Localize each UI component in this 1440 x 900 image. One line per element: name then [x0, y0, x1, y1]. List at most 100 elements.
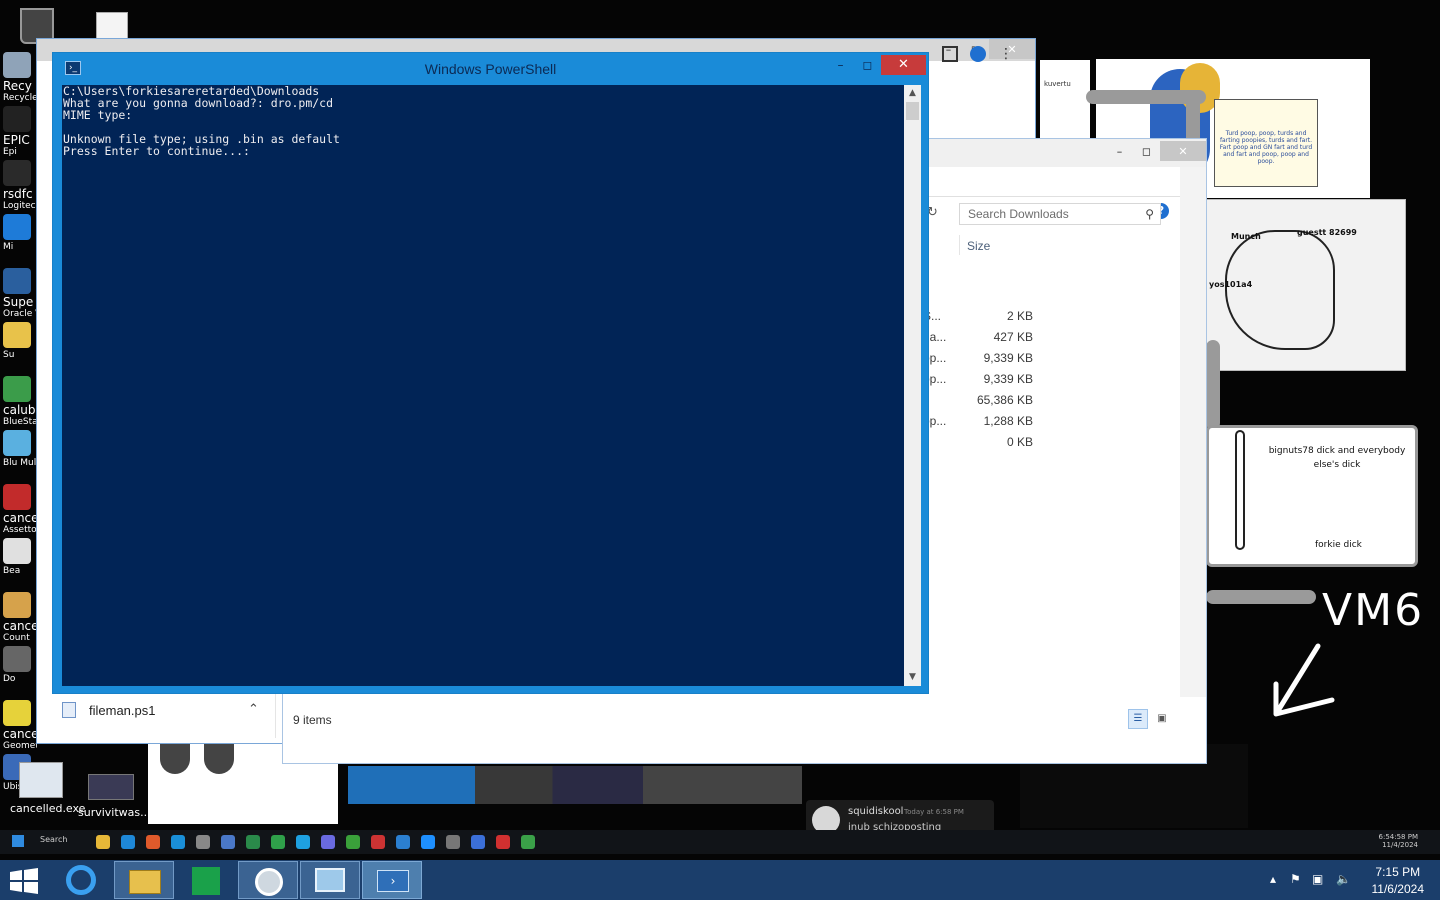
more-icon[interactable]: ⋮	[998, 46, 1014, 62]
close-button[interactable]: ✕	[881, 55, 926, 75]
desktop-icon-sublabel: Logitech HUB	[3, 201, 37, 211]
taskbar-powershell[interactable]: ›	[362, 861, 422, 899]
minimize-button[interactable]: –	[827, 55, 854, 75]
drawn-arrow	[1273, 643, 1335, 717]
show-hidden-icons-icon[interactable]: ▴	[1270, 872, 1276, 886]
scroll-down-icon[interactable]: ▼	[904, 669, 921, 686]
doc-annotation: forkie dick	[1315, 540, 1362, 550]
desktop-file-cancelled[interactable]: cancelled.exe	[10, 762, 85, 815]
powershell-titlebar[interactable]: ›_ Windows PowerShell – ◻ ✕	[53, 53, 928, 85]
volume-icon[interactable]: 🔈	[1336, 872, 1351, 886]
details-view-icon[interactable]: ☰	[1128, 709, 1148, 729]
table-row[interactable]: 0 KB	[923, 435, 1033, 456]
store-icon	[192, 867, 220, 895]
background-sketch: Munch guestt 82699 yos101a4	[1204, 199, 1406, 371]
desktop-icon[interactable]: Mi	[3, 214, 37, 252]
taskbar-file-explorer[interactable]	[114, 861, 174, 899]
taskbar-internet-explorer[interactable]	[52, 861, 112, 899]
desktop-icon[interactable]: calubBlueStack	[3, 376, 37, 427]
console-line: MIME type:	[63, 108, 133, 122]
taskbar-remote-desktop[interactable]	[300, 861, 360, 899]
remote-taskbar-app-icon	[346, 835, 360, 849]
maximize-button[interactable]: ◻	[1133, 141, 1160, 161]
column-header-size[interactable]: Size	[967, 239, 990, 253]
powershell-window[interactable]: ›_ Windows PowerShell – ◻ ✕ C:\Users\for…	[52, 52, 929, 694]
minimize-button[interactable]: –	[1106, 141, 1133, 161]
table-row[interactable]: 65,386 KB	[923, 393, 1033, 414]
remote-taskbar-app-icon	[496, 835, 510, 849]
network-icon[interactable]: ▣	[1312, 872, 1323, 886]
close-button[interactable]: ✕	[1160, 141, 1206, 161]
desktop-icon[interactable]: rsdfcLogitech HUB	[3, 160, 37, 211]
taskbar-clock[interactable]: 7:15 PM 11/6/2024	[1372, 864, 1425, 898]
desktop-icon[interactable]: canceGeometry Dash	[3, 700, 37, 751]
desktop-icon[interactable]: Bea	[3, 538, 37, 576]
maximize-button[interactable]: ◻	[854, 55, 881, 75]
remote-taskbar-app-icon	[521, 835, 535, 849]
table-row[interactable]: op... 9,339 KB	[923, 351, 1033, 372]
desktop-icon[interactable]: Do	[3, 646, 37, 684]
desktop-icon[interactable]: SupeOracle VM VirtualBo	[3, 268, 37, 319]
desktop-icon-label: Supe	[3, 295, 34, 309]
file-thumbnail	[19, 762, 63, 798]
chevron-up-icon[interactable]: ⌃	[248, 702, 259, 717]
desktop-icon[interactable]: Su	[3, 322, 37, 360]
desktop-icon-label: cance	[3, 619, 37, 633]
column-divider[interactable]	[959, 235, 960, 255]
remote-taskbar-app-icon	[446, 835, 460, 849]
desktop-icon-label: calub	[3, 403, 36, 417]
large-icons-view-icon[interactable]: ▣	[1152, 709, 1172, 729]
desktop-icon[interactable]: canceAssetto Corsa	[3, 484, 37, 535]
remote-time: 6:54:58 PM	[1378, 833, 1418, 841]
desktop-icon[interactable]: Blu Multi-Ins	[3, 430, 37, 468]
remote-search-label: Search	[40, 835, 68, 844]
console-scrollbar[interactable]: ▲ ▼	[904, 85, 921, 686]
app-icon	[3, 214, 31, 240]
remote-taskbar-app-icon	[396, 835, 410, 849]
remote-desktop-icon	[315, 868, 345, 892]
remote-date: 11/4/2024	[1382, 841, 1418, 849]
globe-icon	[255, 868, 283, 896]
flag-icon[interactable]: ⚑	[1290, 872, 1301, 886]
scroll-up-icon[interactable]: ▲	[904, 85, 921, 102]
desktop-icon[interactable]: EPIC Epi	[3, 106, 37, 157]
desktop-file-survivitwas[interactable]: survivitwas...	[78, 774, 151, 819]
background-drawing-doc: bignuts78 dick and everybody else's dick…	[1206, 425, 1418, 567]
app-icon	[3, 646, 31, 672]
split-screen-icon[interactable]	[942, 46, 958, 62]
table-row[interactable]: na... 427 KB	[923, 330, 1033, 351]
desktop-icon-label: EPIC	[3, 133, 30, 147]
desktop-icon-sublabel: Geometry Dash	[3, 741, 37, 751]
desktop-icon-sublabel: Do	[3, 674, 16, 684]
sketch-doodle	[1225, 230, 1335, 350]
remote-taskbar-app-icon	[221, 835, 235, 849]
taskbar-browser[interactable]	[238, 861, 298, 899]
app-icon	[3, 700, 31, 726]
app-icon	[3, 592, 31, 618]
app-icon	[3, 160, 31, 186]
table-row[interactable]: op... 9,339 KB	[923, 372, 1033, 393]
taskbar-store[interactable]	[176, 861, 236, 899]
desktop-icon[interactable]: RecyRecycle B	[3, 52, 37, 103]
file-thumbnail	[88, 774, 134, 800]
file-size-cell: 427 KB	[993, 330, 1033, 344]
table-row[interactable]: op... 1,288 KB	[923, 414, 1033, 435]
desktop-icon[interactable]: cance Count	[3, 592, 37, 643]
drawn-stroke	[1206, 340, 1220, 430]
file-size-cell: 65,386 KB	[976, 393, 1033, 407]
table-row[interactable]: S... 2 KB	[923, 309, 1033, 330]
internet-explorer-icon	[66, 865, 96, 895]
search-placeholder: Search Downloads	[968, 207, 1069, 221]
profile-icon[interactable]	[970, 46, 986, 62]
remote-taskbar-app-icon	[96, 835, 110, 849]
explorer-scrollbar[interactable]	[1180, 167, 1206, 697]
search-input[interactable]: Search Downloads ⚲	[959, 203, 1161, 225]
download-item[interactable]: fileman.ps1 ⌃	[52, 694, 276, 738]
background-thumbnails	[348, 766, 802, 804]
desktop-icon-sublabel: Bea	[3, 566, 21, 576]
scroll-thumb[interactable]	[906, 102, 919, 120]
console-output[interactable]: C:\Users\forkiesareretarded\Downloads Wha…	[62, 85, 904, 686]
download-file-name[interactable]: fileman.ps1	[89, 703, 155, 718]
remote-taskbar-app-icon	[196, 835, 210, 849]
windows-start-icon[interactable]	[8, 868, 40, 894]
